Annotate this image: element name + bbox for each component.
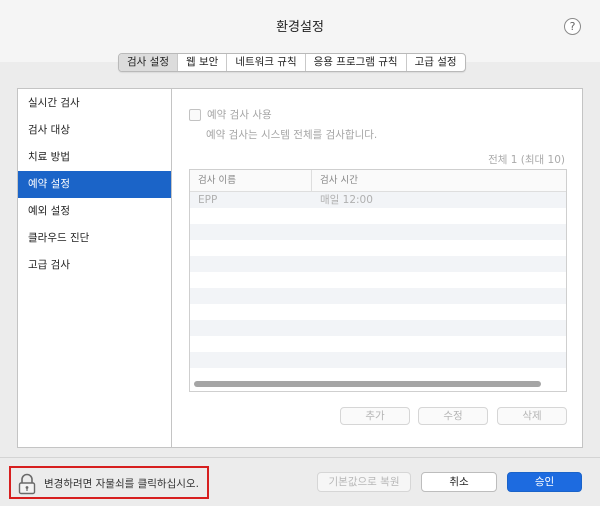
empty-row [190,272,566,288]
question-icon[interactable]: ? [564,18,581,35]
column-header-scan-time[interactable]: 검사 시간 [312,170,566,191]
enable-schedule-row: 예약 검사 사용 [189,107,272,122]
delete-button[interactable]: 삭제 [497,407,567,425]
empty-row [190,224,566,240]
horizontal-scrollbar[interactable] [194,381,541,387]
schedule-content: 예약 검사 사용 예약 검사는 시스템 전체를 검사합니다. 전체 1 (최대 … [173,89,583,447]
lock-area[interactable]: 변경하려면 자물쇠를 클릭하십시오. [9,466,209,499]
empty-row [190,240,566,256]
tab-network-rules[interactable]: 네트워크 규칙 [227,54,306,71]
tab-application-rules[interactable]: 응용 프로그램 규칙 [306,54,407,71]
empty-row [190,304,566,320]
enable-schedule-checkbox[interactable] [189,108,201,121]
tab-scan-settings[interactable]: 검사 설정 [119,54,178,71]
sidebar-item-exception-settings[interactable]: 예외 설정 [18,198,171,225]
tab-advanced-settings[interactable]: 고급 설정 [407,54,465,71]
enable-schedule-label: 예약 검사 사용 [207,109,272,121]
empty-row [190,336,566,352]
empty-row [190,288,566,304]
sidebar-item-realtime-scan[interactable]: 실시간 검사 [18,90,171,117]
schedule-table: 검사 이름 검사 시간 EPP 매일 12:00 [189,169,567,392]
column-header-scan-name[interactable]: 검사 이름 [190,170,312,191]
tab-web-security[interactable]: 웹 보안 [178,54,228,71]
add-button[interactable]: 추가 [340,407,410,425]
sidebar-item-schedule-settings[interactable]: 예약 설정 [18,171,171,198]
table-header: 검사 이름 검사 시간 [190,170,566,192]
sidebar-item-advanced-scan[interactable]: 고급 검사 [18,252,171,279]
sidebar: 실시간 검사 검사 대상 치료 방법 예약 설정 예외 설정 클라우드 진단 고… [18,89,172,447]
sidebar-item-scan-target[interactable]: 검사 대상 [18,117,171,144]
sidebar-item-treatment-method[interactable]: 치료 방법 [18,144,171,171]
empty-row [190,320,566,336]
schedule-description: 예약 검사는 시스템 전체를 검사합니다. [206,129,378,141]
cell-scan-time: 매일 12:00 [320,194,373,206]
schedule-count: 전체 1 (최대 10) [488,154,565,166]
empty-row [190,208,566,224]
lock-icon[interactable] [17,473,37,495]
window-title: 환경설정 [276,20,324,35]
empty-row [190,256,566,272]
lock-instruction: 변경하려면 자물쇠를 클릭하십시오. [44,478,199,490]
cell-scan-name: EPP [198,194,218,206]
edit-button[interactable]: 수정 [418,407,488,425]
ok-button[interactable]: 승인 [507,472,582,492]
footer-divider [0,457,600,458]
tab-bar: 검사 설정 웹 보안 네트워크 규칙 응용 프로그램 규칙 고급 설정 [118,53,466,72]
sidebar-item-cloud-diagnosis[interactable]: 클라우드 진단 [18,225,171,252]
restore-defaults-button[interactable]: 기본값으로 복원 [317,472,411,492]
cancel-button[interactable]: 취소 [421,472,497,492]
table-row[interactable]: EPP 매일 12:00 [190,192,566,208]
settings-panel: 실시간 검사 검사 대상 치료 방법 예약 설정 예외 설정 클라우드 진단 고… [17,88,583,448]
empty-row [190,352,566,368]
